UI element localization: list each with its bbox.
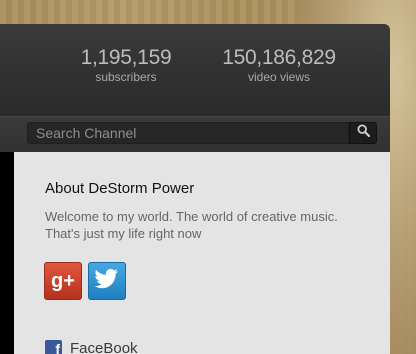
google-plus-icon: g+ <box>51 269 75 292</box>
twitter-button[interactable] <box>88 262 126 300</box>
subscribers-stat: 1,195,159 subscribers <box>76 46 176 84</box>
video-panel <box>0 152 16 354</box>
facebook-icon: f <box>45 340 62 354</box>
facebook-label: FaceBook <box>70 340 138 354</box>
views-count: 150,186,829 <box>222 46 336 69</box>
search-icon <box>356 124 370 142</box>
about-panel: About DeStorm Power Welcome to my world.… <box>16 152 390 354</box>
social-links: g+ <box>44 262 126 300</box>
views-label: video views <box>247 70 311 84</box>
google-plus-button[interactable]: g+ <box>44 262 82 300</box>
about-description: Welcome to my world. The world of creati… <box>45 209 338 241</box>
views-stat: 150,186,829 video views <box>214 46 344 84</box>
subscribers-count: 1,195,159 <box>80 46 172 69</box>
search-input[interactable] <box>27 122 349 144</box>
subscribers-label: subscribers <box>95 70 157 84</box>
twitter-bird-icon <box>94 268 120 295</box>
search-button[interactable] <box>349 122 377 144</box>
search-bar <box>0 116 390 153</box>
channel-page: 1,195,159 subscribers 150,186,829 video … <box>0 24 390 354</box>
channel-header: 1,195,159 subscribers 150,186,829 video … <box>0 24 390 116</box>
about-title: About DeStorm Power <box>45 180 195 197</box>
facebook-link[interactable]: f FaceBook <box>45 340 138 354</box>
